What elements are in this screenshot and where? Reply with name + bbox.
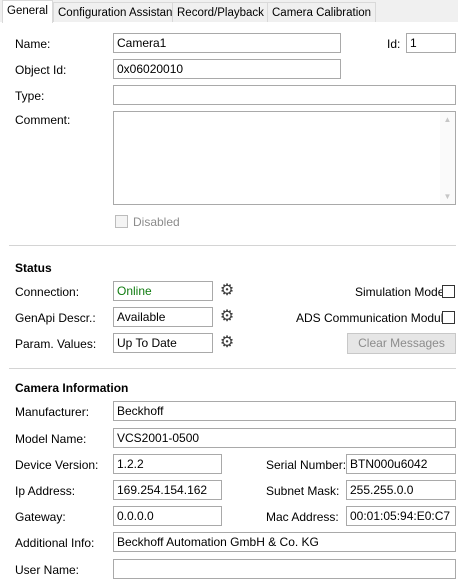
serial-number-field: BTN000u6042 (346, 454, 456, 474)
ip-address-label: Ip Address: (15, 484, 76, 498)
genapi-field: Available (113, 307, 213, 327)
mac-address-label: Mac Address: (266, 510, 339, 524)
ads-communication-label: ADS Communication Module (296, 311, 451, 325)
tab-configuration-assistant[interactable]: Configuration Assistant (53, 2, 181, 22)
device-version-label: Device Version: (15, 458, 99, 472)
additional-info-label: Additional Info: (15, 536, 95, 550)
user-name-field[interactable] (113, 559, 456, 579)
serial-number-label: Serial Number: (266, 458, 347, 472)
object-id-field[interactable]: 0x06020010 (113, 59, 341, 79)
name-label: Name: (15, 37, 51, 51)
separator-camera-info (9, 368, 456, 369)
gateway-field: 0.0.0.0 (113, 506, 222, 526)
tab-general[interactable]: General (2, 0, 53, 23)
manufacturer-label: Manufacturer: (15, 405, 90, 419)
model-name-field: VCS2001-0500 (113, 428, 456, 448)
simulation-mode-checkbox[interactable] (442, 285, 455, 298)
genapi-label: GenApi Descr.: (15, 311, 96, 325)
ads-communication-checkbox[interactable] (442, 311, 455, 324)
subnet-mask-field: 255.255.0.0 (346, 480, 456, 500)
tab-record-playback[interactable]: Record/Playback (172, 2, 269, 22)
id-label: Id: (387, 37, 401, 51)
mac-address-field: 00:01:05:94:E0:C7 (346, 506, 456, 526)
scroll-down-icon[interactable]: ▼ (440, 192, 455, 201)
comment-textarea[interactable]: ▲ ▼ (113, 111, 456, 205)
tab-camera-calibration[interactable]: Camera Calibration (267, 2, 377, 22)
comment-scrollbar[interactable]: ▲ ▼ (440, 112, 455, 204)
clear-messages-button[interactable]: Clear Messages (347, 333, 456, 354)
separator-status (9, 245, 456, 246)
disabled-checkbox[interactable] (115, 215, 128, 228)
subnet-mask-label: Subnet Mask: (266, 484, 340, 498)
type-label: Type: (15, 89, 45, 103)
gateway-label: Gateway: (15, 510, 66, 524)
manufacturer-field: Beckhoff (113, 401, 456, 421)
connection-field: Online (113, 281, 213, 301)
name-field[interactable]: Camera1 (113, 33, 341, 53)
user-name-label: User Name: (15, 563, 80, 577)
gear-icon[interactable]: ⚙ (219, 283, 235, 299)
disabled-label: Disabled (133, 215, 180, 229)
scroll-up-icon[interactable]: ▲ (440, 115, 455, 124)
param-values-label: Param. Values: (15, 337, 97, 351)
status-title: Status (15, 261, 52, 275)
additional-info-field: Beckhoff Automation GmbH & Co. KG (113, 532, 456, 552)
id-field[interactable]: 1 (406, 33, 456, 53)
gear-icon[interactable]: ⚙ (219, 309, 235, 325)
camera-info-title: Camera Information (15, 381, 129, 395)
object-id-label: Object Id: (15, 63, 67, 77)
type-field[interactable] (113, 85, 456, 105)
tab-bar: General Configuration Assistant Record/P… (0, 0, 458, 23)
gear-icon[interactable]: ⚙ (219, 335, 235, 351)
connection-label: Connection: (15, 285, 80, 299)
device-version-field: 1.2.2 (113, 454, 222, 474)
simulation-mode-label: Simulation Mode (355, 285, 445, 299)
param-values-field: Up To Date (113, 333, 213, 353)
model-name-label: Model Name: (15, 432, 87, 446)
ip-address-field: 169.254.154.162 (113, 480, 222, 500)
comment-label: Comment: (15, 113, 71, 127)
